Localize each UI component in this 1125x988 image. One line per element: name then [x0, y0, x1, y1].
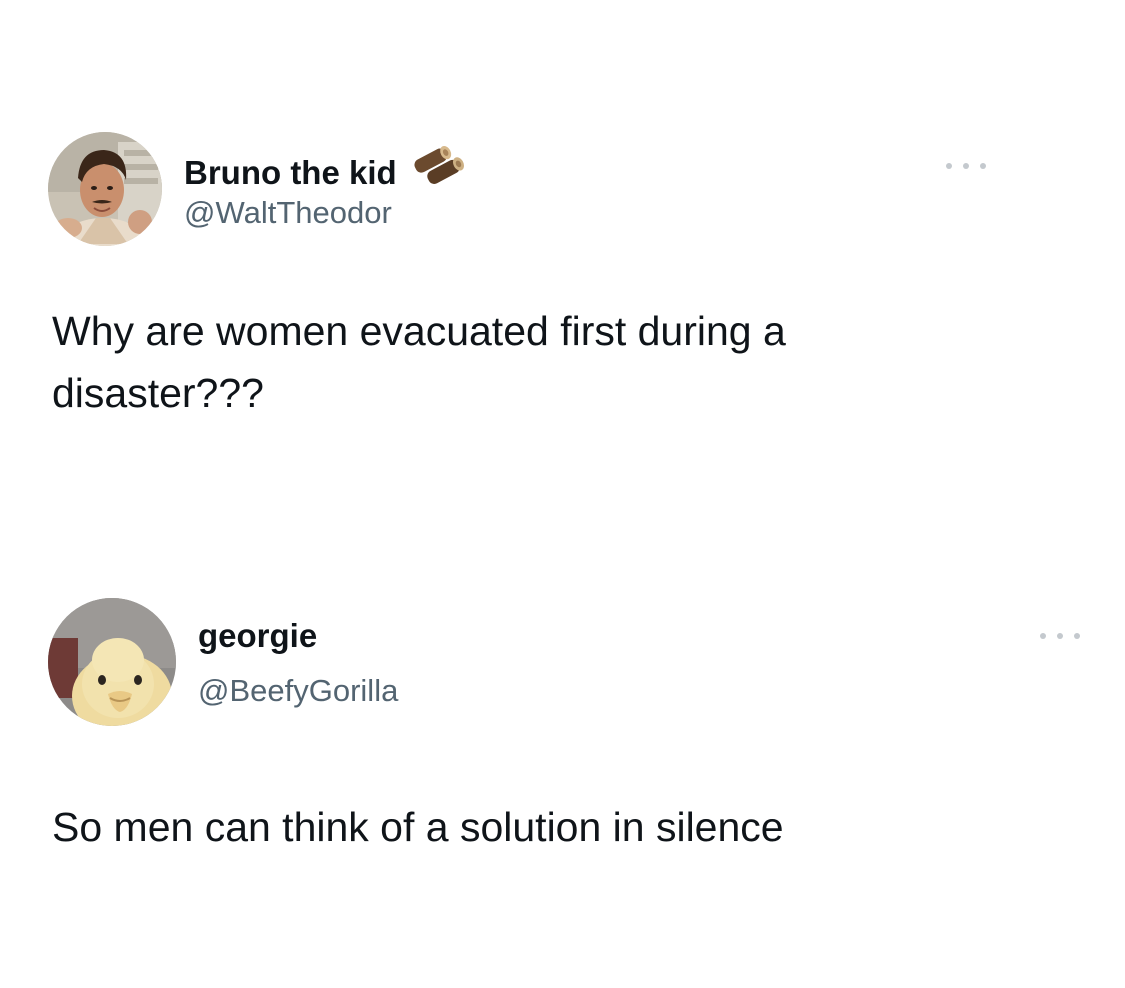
- tweet-2: georgie @BeefyGorilla So men can think o…: [0, 0, 1125, 988]
- avatar[interactable]: [48, 598, 176, 726]
- user-handle[interactable]: @BeefyGorilla: [198, 672, 398, 710]
- tweet-text: So men can think of a solution in silenc…: [52, 804, 784, 850]
- display-name-text: georgie: [198, 617, 318, 654]
- display-name[interactable]: georgie: [198, 616, 317, 656]
- more-options-icon[interactable]: [1040, 630, 1080, 642]
- avatar-photo-duckling: [48, 598, 176, 726]
